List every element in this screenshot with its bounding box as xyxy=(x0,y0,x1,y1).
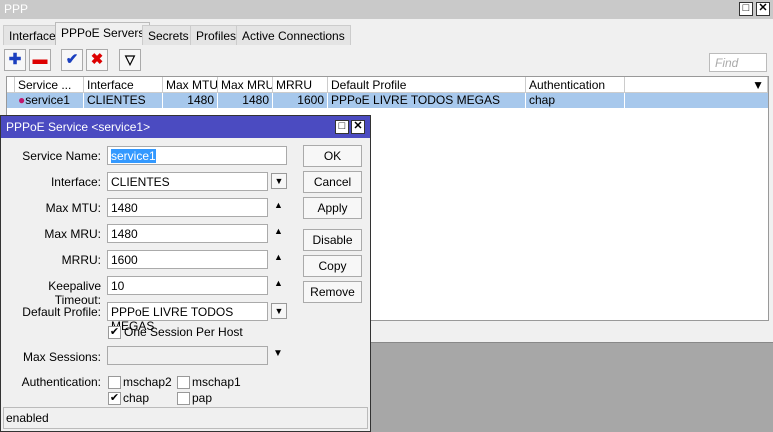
interface-select[interactable]: CLIENTES xyxy=(107,172,268,191)
tab-profiles[interactable]: Profiles xyxy=(190,25,243,45)
service-name-label: Service Name: xyxy=(22,149,101,163)
disable-x-icon[interactable]: ✖ xyxy=(86,49,108,71)
filter-icon[interactable]: ▽ xyxy=(119,49,141,71)
profile-select[interactable]: PPPoE LIVRE TODOS MEGAS xyxy=(107,302,268,333)
remove-icon[interactable]: ▬ xyxy=(29,49,51,71)
mschap2-checkbox[interactable] xyxy=(108,376,121,389)
mtu-label: Max MTU: xyxy=(45,201,101,215)
mschap1-checkbox[interactable] xyxy=(177,376,190,389)
mschap2-label: mschap2 xyxy=(123,375,172,389)
dialog-title: PPPoE Service <service1> xyxy=(1,116,370,138)
profile-label: Default Profile: xyxy=(22,305,101,319)
cancel-button[interactable]: Cancel xyxy=(303,171,362,193)
tab-interface[interactable]: Interface xyxy=(3,25,62,45)
mrru-label: MRRU: xyxy=(61,253,101,267)
col-service[interactable]: Service ... xyxy=(15,77,84,93)
col-max-mtu[interactable]: Max MTU xyxy=(163,77,218,93)
cell-auth: chap xyxy=(526,93,625,108)
mschap1-label: mschap1 xyxy=(192,375,241,389)
status-bar: enabled xyxy=(3,407,368,429)
close-button[interactable]: ✕ xyxy=(756,2,770,16)
window-title: PPP xyxy=(0,0,773,19)
dialog-maximize-button[interactable]: □ xyxy=(335,120,349,134)
keepalive-collapse-icon[interactable]: ▲ xyxy=(274,278,283,288)
cell-interface: CLIENTES xyxy=(84,93,163,108)
mrru-input[interactable]: 1600 xyxy=(107,250,268,269)
cell-mrru: 1600 xyxy=(273,93,328,108)
col-interface[interactable]: Interface xyxy=(84,77,163,93)
apply-button[interactable]: Apply xyxy=(303,197,362,219)
maximize-button[interactable]: □ xyxy=(739,2,753,16)
cell-service: service1 xyxy=(25,93,70,107)
profile-dropdown-icon[interactable]: ▼ xyxy=(271,303,287,319)
disable-button[interactable]: Disable xyxy=(303,229,362,251)
add-icon[interactable]: ✚ xyxy=(4,49,26,71)
mru-collapse-icon[interactable]: ▲ xyxy=(274,226,283,236)
one-session-label: One Session Per Host xyxy=(124,325,243,339)
col-max-mru[interactable]: Max MRU xyxy=(218,77,273,93)
pap-checkbox[interactable] xyxy=(177,392,190,405)
mtu-input[interactable]: 1480 xyxy=(107,198,268,217)
keepalive-input[interactable]: 10 xyxy=(107,276,268,295)
chap-checkbox[interactable]: ✔ xyxy=(108,392,121,405)
col-authentication[interactable]: Authentication xyxy=(526,77,625,93)
copy-button[interactable]: Copy xyxy=(303,255,362,277)
service-name-value: service1 xyxy=(111,149,156,163)
service-name-input[interactable]: service1 xyxy=(107,146,287,165)
enable-check-icon[interactable]: ✔ xyxy=(61,49,83,71)
mrru-collapse-icon[interactable]: ▲ xyxy=(274,252,283,262)
columns-dropdown-icon[interactable]: ▼ xyxy=(625,77,768,93)
keepalive-label: Keepalive Timeout: xyxy=(48,279,101,307)
ok-button[interactable]: OK xyxy=(303,145,362,167)
remove-button[interactable]: Remove xyxy=(303,281,362,303)
dialog-close-button[interactable]: ✕ xyxy=(351,120,365,134)
cell-mru: 1480 xyxy=(218,93,273,108)
interface-label: Interface: xyxy=(50,175,101,189)
max-sessions-input[interactable] xyxy=(107,346,268,365)
max-sessions-label: Max Sessions: xyxy=(22,350,101,364)
col-default-profile[interactable]: Default Profile xyxy=(328,77,526,93)
col-mrru[interactable]: MRRU xyxy=(273,77,328,93)
one-session-checkbox[interactable]: ✔ xyxy=(108,326,121,339)
auth-label: Authentication: xyxy=(21,375,101,389)
cell-mtu: 1480 xyxy=(163,93,218,108)
mtu-collapse-icon[interactable]: ▲ xyxy=(274,200,283,210)
pppoe-service-dialog: PPPoE Service <service1> □ ✕ Service Nam… xyxy=(0,115,371,432)
tab-pppoe-servers[interactable]: PPPoE Servers xyxy=(55,22,151,45)
max-sessions-expand-icon[interactable]: ▼ xyxy=(273,348,283,359)
pap-label: pap xyxy=(192,391,213,405)
chap-label: chap xyxy=(123,391,150,405)
find-input[interactable]: Find xyxy=(709,53,767,72)
tab-secrets[interactable]: Secrets xyxy=(142,25,195,45)
mru-input[interactable]: 1480 xyxy=(107,224,268,243)
interface-dropdown-icon[interactable]: ▼ xyxy=(271,173,287,189)
tab-active-connections[interactable]: Active Connections xyxy=(236,25,351,45)
cell-profile: PPPoE LIVRE TODOS MEGAS xyxy=(328,93,526,108)
mru-label: Max MRU: xyxy=(44,227,101,241)
